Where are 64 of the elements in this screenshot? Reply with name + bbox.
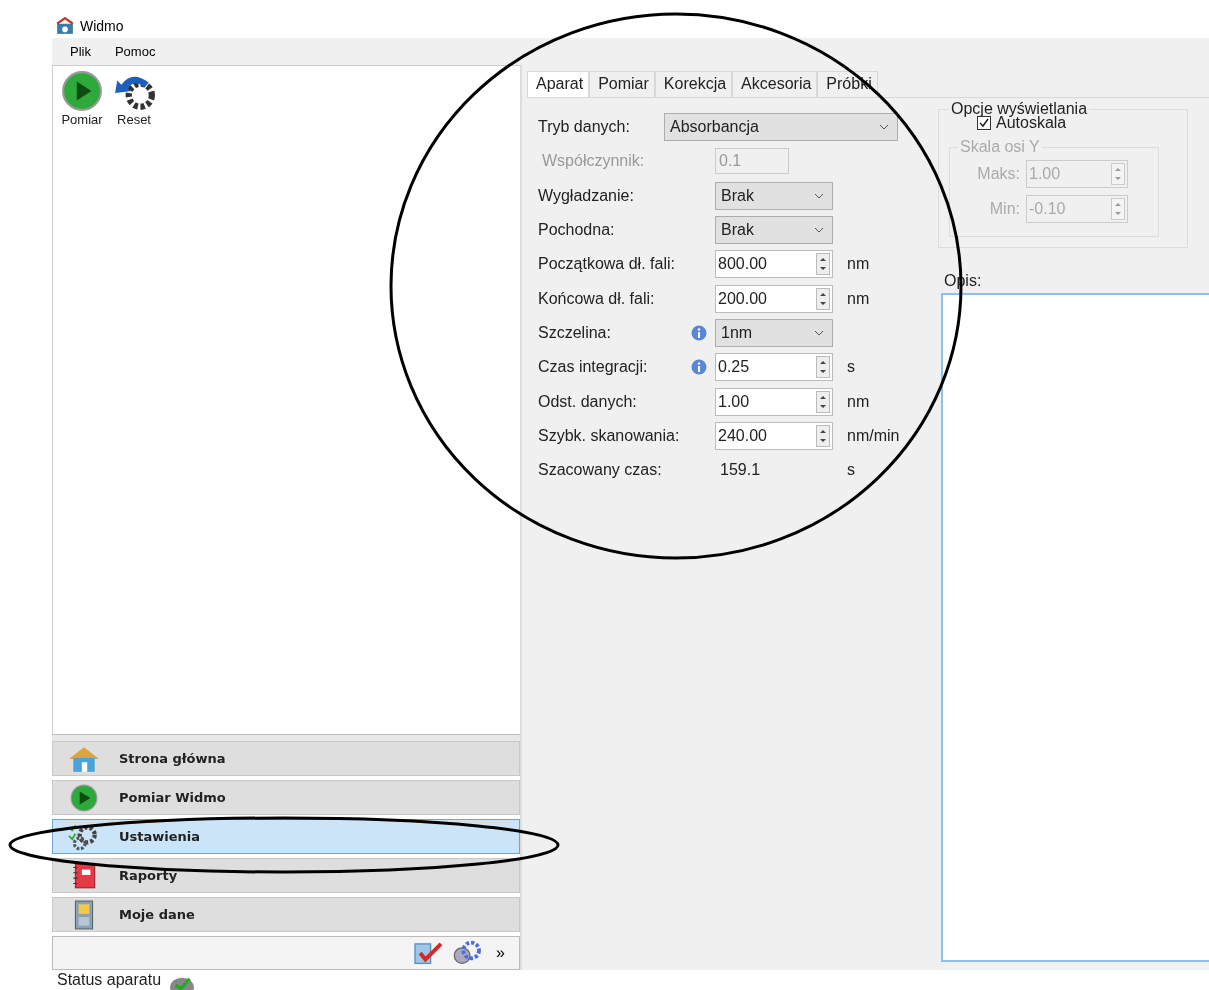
spin-field[interactable]: 800.00 bbox=[715, 250, 833, 279]
dropdown[interactable]: 1nm bbox=[715, 318, 833, 347]
field-label: Początkowa dł. fali: bbox=[538, 255, 675, 274]
field-label: Szacowany czas: bbox=[538, 461, 662, 480]
dropdown[interactable]: Brak bbox=[715, 216, 833, 245]
caret-icon bbox=[879, 124, 889, 131]
unit-label: nm bbox=[847, 392, 870, 411]
group-title: Opcje wyświetlania bbox=[950, 100, 1089, 117]
dropdown[interactable]: Absorbancja bbox=[664, 113, 898, 142]
play-icon bbox=[59, 70, 105, 112]
unit-label: nm bbox=[847, 255, 870, 274]
field-label: Czas integracji: bbox=[538, 358, 648, 377]
field-label: Szczelina: bbox=[538, 323, 611, 342]
unit-label: s bbox=[847, 358, 855, 377]
field-label: Końcowa dł. fali: bbox=[538, 289, 655, 308]
menu-item[interactable]: Pomoc bbox=[114, 44, 156, 59]
nav-item[interactable]: Pomiar Widmo bbox=[52, 780, 520, 815]
menu-item[interactable]: Plik bbox=[70, 44, 91, 59]
checkbox-icon bbox=[977, 116, 991, 130]
spinner-arrows-icon[interactable] bbox=[816, 253, 830, 276]
field-label: Wygładzanie: bbox=[538, 186, 634, 205]
caret-icon bbox=[814, 192, 824, 199]
spin-field[interactable]: 240.00 bbox=[715, 421, 833, 450]
unit-label: nm/min bbox=[847, 426, 900, 445]
app-icon bbox=[56, 17, 74, 35]
tab[interactable]: Akcesoria bbox=[732, 71, 818, 97]
unit-label: s bbox=[847, 461, 855, 480]
field-label: Pochodna: bbox=[538, 221, 615, 240]
tab[interactable]: Korekcja bbox=[654, 71, 733, 97]
field-label: Tryb danych: bbox=[538, 118, 630, 137]
toolbar-button[interactable]: Reset bbox=[111, 70, 157, 132]
spin-field[interactable]: 1.00 bbox=[715, 387, 833, 416]
nav-item[interactable]: Ustawienia bbox=[52, 819, 520, 854]
field-label: Maks: bbox=[977, 164, 1020, 183]
info-icon[interactable] bbox=[691, 324, 707, 341]
spin-field[interactable]: 200.00 bbox=[715, 284, 833, 313]
field-label: Odst. danych: bbox=[538, 392, 637, 411]
caret-icon bbox=[814, 329, 824, 336]
splitter-handle[interactable] bbox=[52, 734, 520, 741]
status-text: Status aparatu bbox=[57, 971, 162, 989]
window-title: Widmo bbox=[80, 18, 124, 34]
field-label: Min: bbox=[989, 199, 1020, 218]
spinner-arrows-icon[interactable] bbox=[816, 390, 830, 413]
tab[interactable]: Pomiar bbox=[589, 71, 655, 97]
field-label: Szybk. skanowania: bbox=[538, 426, 680, 445]
value-text: 159.1 bbox=[719, 461, 762, 480]
nav-item[interactable]: Strona główna bbox=[52, 741, 520, 776]
expand-chevron[interactable]: » bbox=[488, 944, 505, 962]
nav-item[interactable]: Raporty bbox=[52, 858, 520, 893]
spinner-arrows-icon[interactable] bbox=[816, 424, 830, 447]
spinner-arrows-icon[interactable] bbox=[816, 356, 830, 379]
toolbar-button[interactable]: Pomiar bbox=[59, 70, 105, 132]
spinner-arrows-icon[interactable] bbox=[816, 287, 830, 310]
description-field[interactable] bbox=[941, 293, 1209, 962]
unit-label: nm bbox=[847, 289, 870, 308]
dropdown[interactable]: Brak bbox=[715, 181, 833, 210]
checklist-icon[interactable] bbox=[412, 940, 445, 966]
nav-item[interactable]: Moje dane bbox=[52, 897, 520, 932]
caret-icon bbox=[814, 227, 824, 234]
spin-field[interactable]: 0.25 bbox=[715, 353, 833, 382]
field-label: Współczynnik: bbox=[541, 152, 645, 171]
info-icon[interactable] bbox=[691, 359, 707, 376]
group-title: Skala osi Y bbox=[959, 138, 1041, 156]
tab[interactable]: Aparat bbox=[527, 71, 590, 97]
